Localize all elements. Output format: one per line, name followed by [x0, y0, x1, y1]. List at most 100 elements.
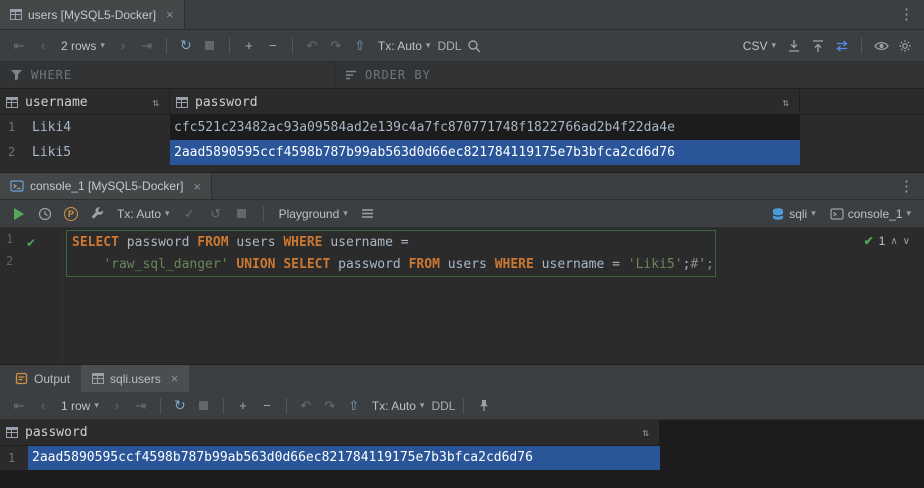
revert-icon[interactable]: ↶ [301, 35, 323, 57]
query-history-icon[interactable] [34, 203, 56, 225]
previous-page-button[interactable]: ‹ [32, 35, 54, 57]
chevron-down-icon: ▾ [100, 40, 105, 51]
last-page-button[interactable]: ⇥ [136, 35, 158, 57]
next-occurrence-icon[interactable]: ∨ [903, 236, 910, 247]
close-tab-icon[interactable]: × [193, 179, 201, 194]
table-row[interactable]: 1Liki4cfc521c23482ac93a09584ad2e139c4a7f… [0, 115, 924, 140]
stop-button[interactable] [193, 395, 215, 417]
sql-token: #'; [690, 257, 713, 272]
close-tab-icon[interactable]: × [171, 371, 179, 386]
tab-console-1[interactable]: console_1 [MySQL5-Docker] × [0, 173, 212, 199]
ddl-button[interactable]: DDL [437, 35, 461, 57]
add-row-button[interactable]: + [238, 35, 260, 57]
column-header-password[interactable]: password ⇅ [170, 90, 800, 114]
results-grid-area: password ⇅ 12aad5890595ccf4598b787b99ab5… [0, 420, 924, 488]
tx-mode-dropdown[interactable]: Tx: Auto ▾ [112, 207, 175, 221]
table-row[interactable]: 12aad5890595ccf4598b787b99ab563d0d66ec82… [0, 446, 660, 470]
execute-button[interactable] [8, 203, 30, 225]
console-icon [830, 207, 844, 221]
sort-icon[interactable]: ⇅ [782, 96, 789, 109]
stop-button[interactable] [199, 35, 221, 57]
reload-data-icon[interactable]: ↻ [175, 35, 197, 57]
previous-page-button[interactable]: ‹ [32, 395, 54, 417]
first-page-button[interactable]: ⇤ [8, 35, 30, 57]
order-by-icon [345, 70, 357, 80]
next-page-button[interactable]: › [112, 35, 134, 57]
column-header-username[interactable]: username ⇅ [0, 90, 170, 114]
next-page-button[interactable]: › [106, 395, 128, 417]
separator [861, 38, 862, 54]
search-icon[interactable] [463, 35, 485, 57]
database-icon [771, 207, 785, 221]
column-label: username [25, 95, 88, 110]
tx-mode-dropdown[interactable]: Tx: Auto ▾ [367, 399, 430, 413]
cell-password[interactable]: 2aad5890595ccf4598b787b99ab563d0d66ec821… [170, 140, 800, 165]
grid-column-headers: username ⇅ password ⇅ [0, 90, 924, 115]
playground-label: Playground [279, 207, 340, 221]
schema-selector-dropdown[interactable]: sqli ▾ [766, 207, 821, 221]
commit-button[interactable]: ✓ [179, 203, 201, 225]
rollback-button[interactable]: ↺ [205, 203, 227, 225]
row-count-dropdown[interactable]: 1 row ▾ [56, 399, 104, 413]
row-number: 2 [0, 140, 28, 165]
code-line[interactable]: 'raw_sql_danger' UNION SELECT password F… [72, 254, 714, 276]
close-tab-icon[interactable]: × [166, 7, 174, 22]
ddl-button[interactable]: DDL [431, 395, 455, 417]
row-number: 1 [0, 446, 28, 470]
sql-token: password [119, 235, 197, 250]
stop-icon [237, 209, 246, 218]
tx-mode-dropdown[interactable]: Tx: Auto ▾ [373, 39, 436, 53]
order-by-input[interactable]: ORDER BY [335, 62, 924, 88]
view-options-eye-icon[interactable] [870, 35, 892, 57]
reload-data-icon[interactable]: ↻ [169, 395, 191, 417]
sort-icon[interactable]: ⇅ [152, 96, 159, 109]
sql-token: 'raw_sql_danger' [103, 257, 228, 272]
tab-output[interactable]: Output [4, 365, 81, 392]
column-header-password[interactable]: password ⇅ [0, 420, 660, 446]
pin-tab-icon[interactable] [472, 395, 494, 417]
playground-mode-dropdown[interactable]: Playground ▾ [274, 207, 353, 221]
row-count-dropdown[interactable]: 2 rows ▾ [56, 39, 110, 53]
sort-icon[interactable]: ⇅ [642, 426, 649, 439]
redo-icon[interactable]: ↷ [325, 35, 347, 57]
redo-icon[interactable]: ↷ [319, 395, 341, 417]
row-count-label: 2 rows [61, 39, 96, 53]
cancel-query-button[interactable] [231, 203, 253, 225]
cell-username[interactable]: Liki4 [28, 115, 170, 140]
settings-wrench-icon[interactable] [86, 203, 108, 225]
output-layout-icon[interactable] [357, 203, 379, 225]
session-selector-dropdown[interactable]: console_1 ▾ [825, 207, 916, 221]
submit-changes-icon[interactable]: ⇧ [349, 35, 371, 57]
separator [223, 398, 224, 414]
sql-code-area[interactable]: SELECT password FROM users WHERE usernam… [72, 232, 714, 276]
tab-users-table[interactable]: users [MySQL5-Docker] × [0, 0, 185, 29]
settings-gear-icon[interactable] [894, 35, 916, 57]
database-ide-window: users [MySQL5-Docker] × ⋮ ⇤ ‹ 2 rows ▾ ›… [0, 0, 924, 488]
export-download-icon[interactable] [783, 35, 805, 57]
delete-row-button[interactable]: − [262, 35, 284, 57]
cell-password[interactable]: cfc521c23482ac93a09584ad2e139c4a7fc87077… [170, 115, 800, 140]
sql-editor[interactable]: 12 ✔ SELECT password FROM users WHERE us… [0, 228, 924, 364]
first-page-button[interactable]: ⇤ [8, 395, 30, 417]
last-page-button[interactable]: ⇥ [130, 395, 152, 417]
cell-password[interactable]: 2aad5890595ccf4598b787b99ab563d0d66ec821… [28, 446, 660, 470]
tab-sqli-users[interactable]: sqli.users × [81, 365, 189, 392]
code-line[interactable]: SELECT password FROM users WHERE usernam… [72, 232, 714, 254]
add-row-button[interactable]: + [232, 395, 254, 417]
parameters-button[interactable]: P [60, 203, 82, 225]
where-label: WHERE [31, 68, 72, 82]
sql-token: username = [534, 257, 628, 272]
import-upload-icon[interactable] [807, 35, 829, 57]
export-format-dropdown[interactable]: CSV ▾ [738, 39, 781, 53]
cell-username[interactable]: Liki5 [28, 140, 170, 165]
submit-changes-icon[interactable]: ⇧ [343, 395, 365, 417]
where-filter-input[interactable]: WHERE [0, 62, 335, 88]
compare-data-icon[interactable] [831, 35, 853, 57]
table-row[interactable]: 2Liki52aad5890595ccf4598b787b99ab563d0d6… [0, 140, 924, 165]
revert-icon[interactable]: ↶ [295, 395, 317, 417]
previous-occurrence-icon[interactable]: ∧ [890, 236, 897, 247]
more-options-kebab-icon[interactable]: ⋮ [899, 179, 914, 194]
delete-row-button[interactable]: − [256, 395, 278, 417]
more-options-kebab-icon[interactable]: ⋮ [899, 7, 914, 22]
parameters-icon: P [64, 207, 78, 221]
